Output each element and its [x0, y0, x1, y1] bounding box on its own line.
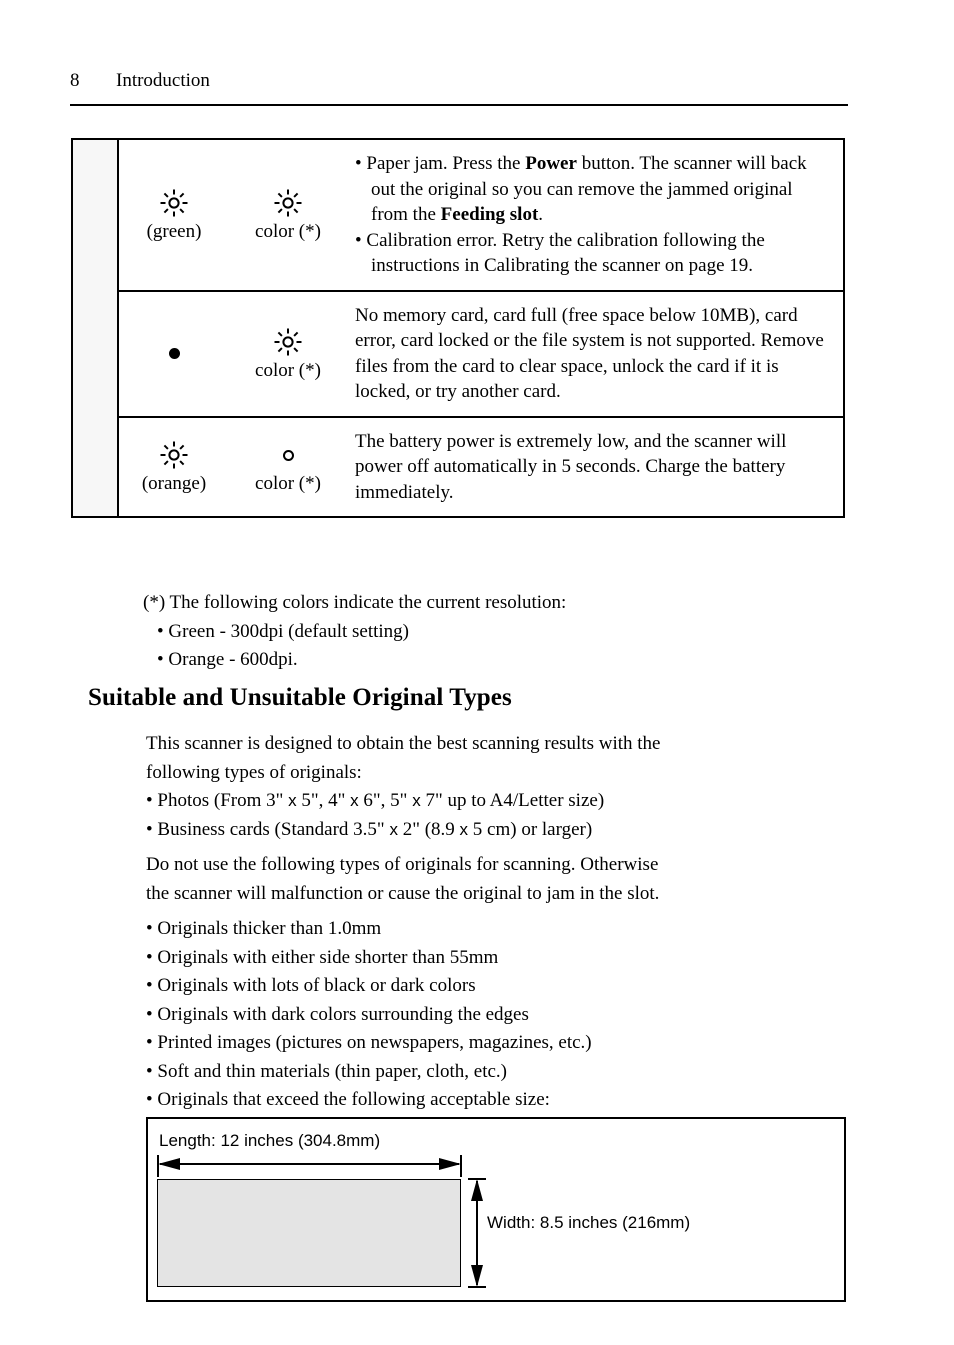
multiply-symbol: x: [350, 791, 359, 810]
diagram-length-label: Length: 12 inches (304.8mm): [159, 1131, 381, 1150]
blinking-led-icon: [159, 438, 189, 472]
list-item: • Originals thicker than 1.0mm: [146, 918, 382, 939]
intro-line: This scanner is designed to obtain the b…: [146, 733, 661, 754]
page-section-title: Introduction: [116, 70, 210, 91]
notes-intro: (*) The following colors indicate the cu…: [143, 592, 567, 613]
list-item: • Originals that exceed the following ac…: [146, 1089, 550, 1110]
led-indicator-right: color (*): [229, 418, 347, 517]
section-heading: Suitable and Unsuitable Original Types: [88, 684, 512, 711]
description-bullet: • Calibration error. Retry the calibrati…: [355, 229, 765, 277]
text-part: 2" (8.9: [397, 818, 460, 840]
description-text: No memory card, card full (free space be…: [355, 304, 824, 403]
row-description: • Paper jam. Press the Power button. The…: [347, 140, 843, 290]
text-part: 6", 5": [358, 790, 413, 811]
table-row: color (*) No memory card, card full (fre…: [119, 292, 843, 418]
acceptable-size-diagram: Length: 12 inches (304.8mm) Width: 8.5 i…: [146, 1117, 846, 1302]
list-item: • Originals with either side shorter tha…: [146, 946, 499, 968]
blinking-led-icon: [273, 325, 303, 359]
blinking-led-icon: [159, 186, 189, 220]
text-part: 7" up to A4/Letter size): [420, 790, 605, 811]
diagram-width-label: Width: 8.5 inches (216mm): [487, 1213, 691, 1232]
led-label: color (*): [255, 360, 321, 381]
page-header: 8 Introduction: [70, 68, 848, 94]
page-number: 8: [70, 70, 80, 91]
warning-line: Do not use the following types of origin…: [146, 854, 659, 875]
text-part: • Photos (From 3": [146, 790, 289, 811]
text-part: 5", 4": [296, 790, 351, 811]
description-text: The battery power is extremely low, and …: [355, 430, 787, 503]
solid-led-icon: [168, 337, 180, 371]
multiply-symbol: x: [412, 791, 421, 810]
off-led-icon: [282, 438, 294, 472]
row-description: The battery power is extremely low, and …: [347, 418, 843, 517]
led-status-table: (green) color (*) • Paper jam. Press the…: [71, 138, 845, 518]
list-item: • Soft and thin materials (thin paper, c…: [146, 1060, 507, 1082]
led-label: color (*): [255, 473, 321, 495]
multiply-symbol: x: [459, 819, 469, 839]
list-item: • Printed images (pictures on newspapers…: [146, 1032, 592, 1053]
description-bullet: • Paper jam. Press the Power button. The…: [355, 151, 833, 228]
text-part: • Business cards (Standard 3.5": [146, 818, 390, 840]
led-label: color (*): [255, 221, 321, 243]
list-item: • Originals with dark colors surrounding…: [146, 1003, 529, 1025]
led-label: (orange): [141, 473, 207, 495]
notes-item: • Green - 300dpi (default setting): [157, 620, 409, 642]
led-indicator-right: color (*): [229, 140, 347, 290]
unsuitable-warning-block: Do not use the following types of origin…: [146, 851, 846, 908]
intro-line: following types of originals:: [146, 761, 362, 783]
row-description: No memory card, card full (free space be…: [347, 292, 843, 416]
suitable-item-photos: • Photos (From 3" x 5", 4" x 6", 5" x 7"…: [146, 787, 846, 816]
bullet-text-part: • Paper jam. Press the: [355, 153, 526, 174]
led-indicator-left: [119, 292, 229, 416]
suitable-item-business-cards: • Business cards (Standard 3.5" x 2" (8.…: [146, 816, 846, 845]
warning-line: the scanner will malfunction or cause th…: [146, 882, 660, 904]
bold-power-label: Power: [525, 153, 577, 174]
bold-feeding-slot-label: Feeding slot: [440, 204, 539, 225]
bullet-text-part: .: [538, 204, 544, 225]
led-indicator-right: color (*): [229, 292, 347, 416]
table-gutter-column: [73, 140, 119, 516]
suitable-types-block: This scanner is designed to obtain the b…: [146, 730, 846, 844]
led-label: (green): [146, 221, 202, 243]
blinking-led-icon: [273, 186, 303, 220]
table-row: (orange) color (*) The battery power is …: [119, 418, 843, 517]
header-divider: [70, 104, 848, 106]
table-rows: (green) color (*) • Paper jam. Press the…: [119, 140, 843, 516]
led-indicator-left: (orange): [119, 418, 229, 517]
text-part: 5 cm) or larger): [468, 818, 593, 840]
paper-rectangle: [157, 1179, 461, 1287]
multiply-symbol: x: [389, 819, 398, 839]
unsuitable-list: • Originals thicker than 1.0mm • Origina…: [146, 915, 846, 1115]
led-indicator-left: (green): [119, 140, 229, 290]
multiply-symbol: x: [288, 791, 297, 810]
resolution-notes: (*) The following colors indicate the cu…: [143, 589, 843, 675]
notes-item: • Orange - 600dpi.: [157, 649, 298, 670]
table-row: (green) color (*) • Paper jam. Press the…: [119, 140, 843, 292]
list-item: • Originals with lots of black or dark c…: [146, 975, 476, 996]
